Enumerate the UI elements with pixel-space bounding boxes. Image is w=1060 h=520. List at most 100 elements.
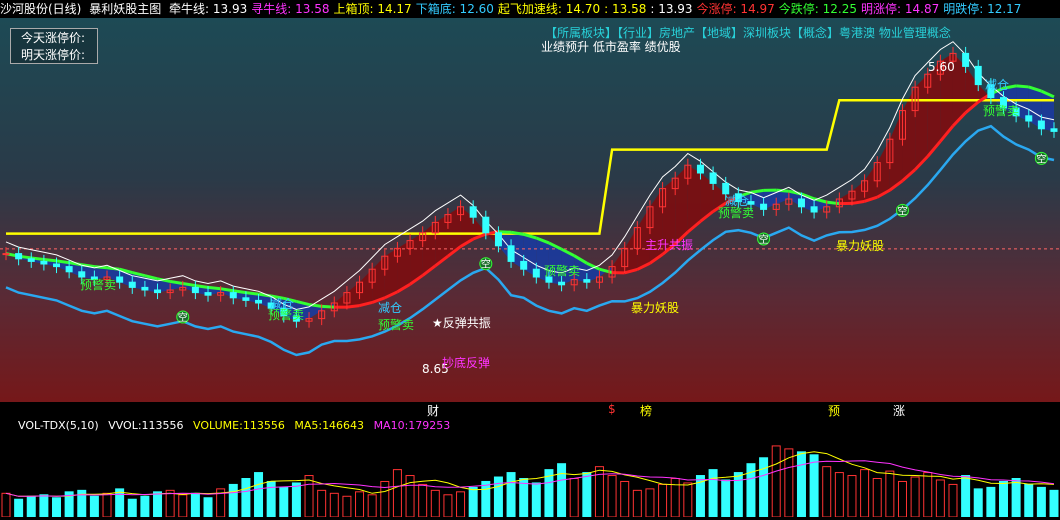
candle-body <box>142 287 148 290</box>
volume-bar <box>90 496 98 517</box>
date-marker-dollar[interactable]: $ <box>608 402 616 416</box>
candle-body <box>495 233 501 246</box>
candle-body <box>533 269 539 277</box>
trend-line-segment <box>221 289 234 291</box>
reduce-position-label-2: 减仓 <box>378 299 402 316</box>
date-marker-forecast[interactable]: 预 <box>828 402 840 419</box>
volume-bar <box>633 490 641 517</box>
volume-bar <box>646 489 654 517</box>
bottom-rebound-label-1: 抄底反弹 <box>442 354 490 371</box>
header-item-7: 今涨停: 14.97 <box>697 2 775 16</box>
candle-body <box>66 267 72 272</box>
volume-bar <box>128 499 136 517</box>
volume-bar <box>469 487 477 517</box>
volume-bar <box>368 495 376 517</box>
monster-stock-label-2: 暴力妖股 <box>836 237 884 254</box>
volume-bar <box>356 492 364 517</box>
candle-body <box>28 259 34 262</box>
volume-bar <box>2 493 10 517</box>
volume-bar <box>848 476 856 517</box>
volume-bar <box>40 495 48 517</box>
empty-marker-text: 空 <box>1036 152 1046 165</box>
volume-bar <box>305 476 313 517</box>
resonance-label: ★反弹共振 <box>432 314 491 331</box>
volume-bar <box>558 464 566 517</box>
candle-body <box>710 173 716 183</box>
volume-bar <box>242 479 250 518</box>
volume-bar <box>431 490 439 517</box>
candle-body <box>761 204 767 209</box>
price-chart-svg[interactable]: 空空空空空 <box>0 18 1060 402</box>
date-marker-strip: 财 $ 榜 预 涨 <box>0 402 1060 418</box>
chart-header: 沙河股份(日线) 暴利妖股主图 牵牛线: 13.93 寻牛线: 13.58 上箱顶:… <box>0 0 1060 18</box>
volume-bar <box>873 479 881 518</box>
header-item-3: 下箱底: 12.60 <box>416 2 494 16</box>
volume-bar <box>1050 490 1058 517</box>
volume-indicator-name[interactable]: VOL-TDX(5,10) <box>18 419 99 432</box>
cloud-segment <box>372 256 385 302</box>
header-item-5: : 13.58 <box>604 2 646 16</box>
volume-bar <box>924 473 932 517</box>
volume-bar <box>229 484 237 517</box>
header-item-0: 牵牛线: 13.93 <box>169 2 247 16</box>
volume-bar <box>898 481 906 517</box>
header-item-1: 寻牛线: 13.58 <box>251 2 329 16</box>
candle-body <box>205 293 211 296</box>
candle-body <box>697 165 703 173</box>
price-chart-panel[interactable]: 空空空空空 今天涨停价: 明天涨停价: 【所属板块】【行业】房地产【地域】深圳板… <box>0 18 1060 418</box>
volume-bar <box>204 498 212 517</box>
volume-bar <box>886 471 894 517</box>
header-item-4: 起飞加速线: 14.70 <box>498 2 600 16</box>
volume-bar <box>444 495 452 517</box>
volume-bar <box>1012 479 1020 518</box>
volume-bar <box>116 489 124 517</box>
trend-line-segment <box>751 190 764 192</box>
volume-bar <box>393 470 401 517</box>
volume-bar <box>621 481 629 517</box>
volume-bar <box>318 490 326 517</box>
volume-bar <box>583 473 591 517</box>
volume-bar <box>659 484 667 517</box>
volume-chart-panel[interactable] <box>0 434 1060 517</box>
cloud-segment <box>360 269 373 305</box>
candle-body <box>559 282 565 285</box>
candle-body <box>470 207 476 217</box>
trend-line-segment <box>246 293 259 295</box>
candle-body <box>811 207 817 212</box>
volume-bar <box>734 473 742 517</box>
candle-body <box>243 298 249 301</box>
trend-line-segment <box>322 306 335 307</box>
volume-bar <box>797 452 805 517</box>
vvol-value: 113556 <box>142 419 184 432</box>
date-marker-finance[interactable]: 财 <box>427 402 439 419</box>
warn-sell-label-2: 预警卖 <box>268 306 304 323</box>
date-marker-ranking[interactable]: 榜 <box>640 402 652 419</box>
date-marker-rise[interactable]: 涨 <box>893 402 905 419</box>
tomorrow-limit-label: 明天涨停价: <box>21 47 97 64</box>
trend-line-segment <box>498 232 511 233</box>
indicator-name[interactable]: 暴利妖股主图 <box>89 2 161 16</box>
volume-bar <box>1037 487 1045 517</box>
volume-bar <box>520 479 528 518</box>
volume-chart-svg[interactable] <box>0 434 1060 517</box>
volume-bar <box>987 487 995 517</box>
volume-bar <box>570 479 578 518</box>
header-item-2: 上箱顶: 14.17 <box>333 2 411 16</box>
volume-bar <box>141 496 149 517</box>
volume-bar <box>27 496 35 517</box>
candle-body <box>54 264 60 267</box>
volume-bar <box>343 496 351 517</box>
volume-header: VOL-TDX(5,10) VVOL:113556 VOLUME:113556 … <box>0 418 1060 434</box>
warn-sell-label-5: 预警卖 <box>718 204 754 221</box>
header-item-8: 今跌停: 12.25 <box>779 2 857 16</box>
volume-bar <box>482 481 490 517</box>
stock-name[interactable]: 沙河股份(日线) <box>0 2 81 16</box>
candle-body <box>117 277 123 282</box>
volume-bar <box>1025 484 1033 517</box>
volume-bar <box>507 473 515 517</box>
cloud-segment <box>865 163 878 202</box>
volume-bar <box>835 473 843 517</box>
header-item-10: 明跌停: 12.17 <box>943 2 1021 16</box>
candle-body <box>963 53 969 66</box>
volume-bar <box>936 480 944 517</box>
